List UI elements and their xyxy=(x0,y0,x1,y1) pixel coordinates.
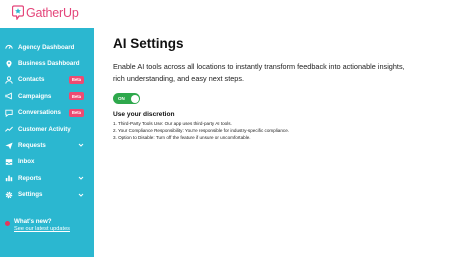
discretion-list: 1. Third-Party Tools Use: Our app uses t… xyxy=(113,121,443,141)
latest-updates-link[interactable]: See our latest updates xyxy=(14,225,70,233)
sidebar-item-conversations[interactable]: Conversations Beta xyxy=(0,105,94,121)
inbox-icon xyxy=(5,158,13,166)
megaphone-icon xyxy=(5,92,13,100)
sidebar-nav: Agency Dashboard Business Dashboard Cont… xyxy=(0,28,94,203)
sidebar-item-settings[interactable]: Settings xyxy=(0,187,94,203)
discretion-item: 3. Option to Disable: Turn off the featu… xyxy=(113,134,251,140)
gatherup-logo[interactable]: GatherUp xyxy=(11,5,79,21)
toggle-label: ON xyxy=(118,95,125,101)
page-description: Enable AI tools across all locations to … xyxy=(113,62,405,83)
sidebar-item-label: Reports xyxy=(18,174,42,182)
brand-name: GatherUp xyxy=(26,5,79,20)
sidebar-item-label: Agency Dashboard xyxy=(18,43,75,51)
whats-new-title: What's new? xyxy=(14,218,52,225)
discretion-item: 1. Third-Party Tools Use: Our app uses t… xyxy=(113,121,232,126)
sidebar-item-business-dashboard[interactable]: Business Dashboard xyxy=(0,55,94,71)
sidebar-item-label: Customer Activity xyxy=(18,125,71,133)
whats-new: What's new? See our latest updates xyxy=(5,218,70,233)
toggle-knob xyxy=(130,94,139,103)
beta-badge: Beta xyxy=(68,92,84,101)
sidebar-item-requests[interactable]: Requests xyxy=(0,137,94,153)
beta-badge: Beta xyxy=(68,108,84,117)
sidebar-item-contacts[interactable]: Contacts Beta xyxy=(0,72,94,88)
discretion-item: 2. Your Compliance Responsibility: You'r… xyxy=(113,127,290,133)
main-content: AI Settings Enable AI tools across all l… xyxy=(113,36,443,141)
chevron-down-icon[interactable] xyxy=(78,142,84,148)
sidebar-item-reports[interactable]: Reports xyxy=(0,170,94,186)
discretion-title: Use your discretion xyxy=(113,111,175,118)
sidebar-item-label: Contacts xyxy=(18,76,45,84)
paper-plane-icon xyxy=(5,142,13,150)
top-bar: GatherUp xyxy=(0,0,457,28)
chevron-down-icon[interactable] xyxy=(78,192,84,198)
chat-icon xyxy=(5,109,13,117)
ai-toggle[interactable]: ON xyxy=(113,93,140,104)
notification-dot-icon xyxy=(5,221,10,226)
sidebar-item-label: Business Dashboard xyxy=(18,60,80,68)
sidebar-item-label: Conversations xyxy=(18,109,61,117)
page-title: AI Settings xyxy=(113,36,184,51)
trend-icon xyxy=(5,125,13,133)
sidebar-item-label: Settings xyxy=(18,191,43,199)
sidebar-item-customer-activity[interactable]: Customer Activity xyxy=(0,121,94,137)
sidebar-item-label: Campaigns xyxy=(18,92,52,100)
gear-icon xyxy=(5,191,13,199)
beta-badge: Beta xyxy=(68,75,84,84)
sidebar: Agency Dashboard Business Dashboard Cont… xyxy=(0,28,94,257)
sidebar-item-agency-dashboard[interactable]: Agency Dashboard xyxy=(0,39,94,55)
map-pin-icon xyxy=(5,60,13,68)
logo-star-icon xyxy=(11,5,25,21)
sidebar-item-label: Requests xyxy=(18,142,46,150)
bar-chart-icon xyxy=(5,174,13,182)
gauge-icon xyxy=(5,43,13,51)
sidebar-item-label: Inbox xyxy=(18,158,35,166)
sidebar-item-campaigns[interactable]: Campaigns Beta xyxy=(0,88,94,104)
chevron-down-icon[interactable] xyxy=(78,175,84,181)
sidebar-item-inbox[interactable]: Inbox xyxy=(0,154,94,170)
user-icon xyxy=(5,76,13,84)
